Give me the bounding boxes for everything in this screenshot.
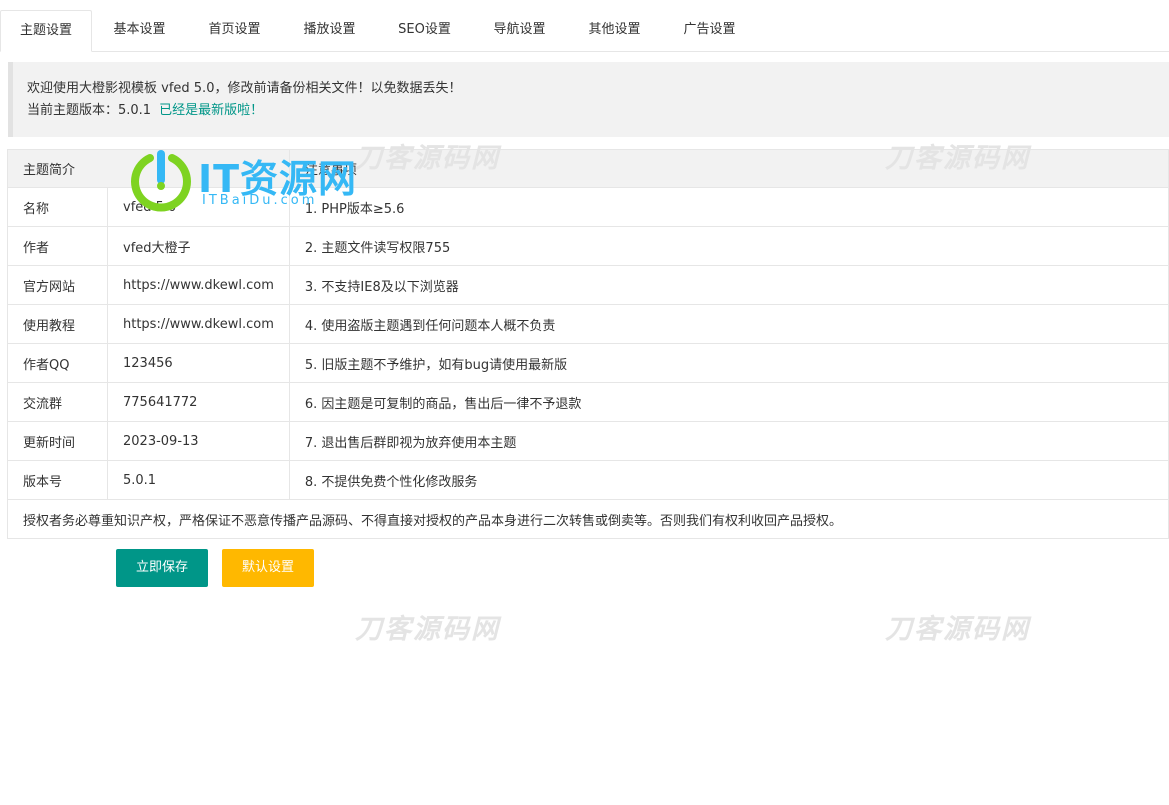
row-key: 官方网站: [7, 265, 108, 305]
license-notice: 授权者务必尊重知识产权，严格保证不恶意传播产品源码、不得直接对授权的产品本身进行…: [7, 499, 1169, 539]
row-note: 6. 因主题是可复制的商品，售出后一律不予退款: [289, 382, 1169, 422]
row-key: 作者: [7, 226, 108, 266]
tab-nav-settings[interactable]: 导航设置: [472, 10, 567, 52]
row-value: https://www.dkewl.com: [107, 304, 290, 344]
watermark-text: 刀客源码网: [885, 143, 1030, 174]
row-value: 775641772: [107, 382, 290, 422]
row-value: https://www.dkewl.com: [107, 265, 290, 305]
row-key: 版本号: [7, 460, 108, 500]
notice-line: 欢迎使用大橙影视模板 vfed 5.0，修改前请备份相关文件！以免数据丢失！: [27, 81, 462, 96]
tab-ad-settings[interactable]: 广告设置: [662, 10, 757, 52]
tab-other-settings[interactable]: 其他设置: [567, 10, 662, 52]
table-row: 作者 vfed大橙子 2. 主题文件读写权限755: [7, 226, 1169, 266]
row-note: 5. 旧版主题不予维护，如有bug请使用最新版: [289, 343, 1169, 383]
row-value: 5.0.1: [107, 460, 290, 500]
it-resource-logo: IT资源网 ITBaiDu.com: [128, 146, 378, 212]
watermark-text: 刀客源码网: [885, 614, 1030, 645]
tab-theme-settings[interactable]: 主题设置: [0, 10, 92, 52]
latest-version-status: 已经是最新版啦！: [159, 103, 264, 118]
table-row: 官方网站 https://www.dkewl.com 3. 不支持IE8及以下浏…: [7, 265, 1169, 305]
default-settings-button[interactable]: 默认设置: [222, 549, 314, 587]
row-value: vfed大橙子: [107, 226, 290, 266]
row-key: 作者QQ: [7, 343, 108, 383]
row-note: 1. PHP版本≥5.6: [289, 187, 1169, 227]
table-footer-row: 授权者务必尊重知识产权，严格保证不恶意传播产品源码、不得直接对授权的产品本身进行…: [7, 499, 1169, 539]
tab-play-settings[interactable]: 播放设置: [282, 10, 377, 52]
row-note: 3. 不支持IE8及以下浏览器: [289, 265, 1169, 305]
row-note: 7. 退出售后群即视为放弃使用本主题: [289, 421, 1169, 461]
welcome-notice: 欢迎使用大橙影视模板 vfed 5.0，修改前请备份相关文件！以免数据丢失！ 当…: [8, 62, 1169, 137]
power-ring-icon: [131, 150, 191, 212]
row-value: 2023-09-13: [107, 421, 290, 461]
version-line: 当前主题版本：5.0.1 已经是最新版啦！: [27, 100, 1169, 122]
table-row: 使用教程 https://www.dkewl.com 4. 使用盗版主题遇到任何…: [7, 304, 1169, 344]
tab-basic-settings[interactable]: 基本设置: [92, 10, 187, 52]
table-row: 版本号 5.0.1 8. 不提供免费个性化修改服务: [7, 460, 1169, 500]
watermark-text: 刀客源码网: [355, 614, 500, 645]
row-key: 名称: [7, 187, 108, 227]
row-key: 使用教程: [7, 304, 108, 344]
table-row: 更新时间 2023-09-13 7. 退出售后群即视为放弃使用本主题: [7, 421, 1169, 461]
row-key: 交流群: [7, 382, 108, 422]
row-note: 2. 主题文件读写权限755: [289, 226, 1169, 266]
logo-subtitle: ITBaiDu.com: [202, 193, 318, 208]
settings-tab-bar: 主题设置 基本设置 首页设置 播放设置 SEO设置 导航设置 其他设置 广告设置: [0, 10, 1169, 52]
row-value: 123456: [107, 343, 290, 383]
save-button[interactable]: 立即保存: [116, 549, 208, 587]
tab-home-settings[interactable]: 首页设置: [187, 10, 282, 52]
row-note: 4. 使用盗版主题遇到任何问题本人概不负责: [289, 304, 1169, 344]
current-version-label: 当前主题版本：5.0.1: [27, 103, 152, 118]
table-row: 交流群 775641772 6. 因主题是可复制的商品，售出后一律不予退款: [7, 382, 1169, 422]
table-row: 作者QQ 123456 5. 旧版主题不予维护，如有bug请使用最新版: [7, 343, 1169, 383]
row-key: 更新时间: [7, 421, 108, 461]
row-note: 8. 不提供免费个性化修改服务: [289, 460, 1169, 500]
tab-seo-settings[interactable]: SEO设置: [377, 10, 472, 52]
